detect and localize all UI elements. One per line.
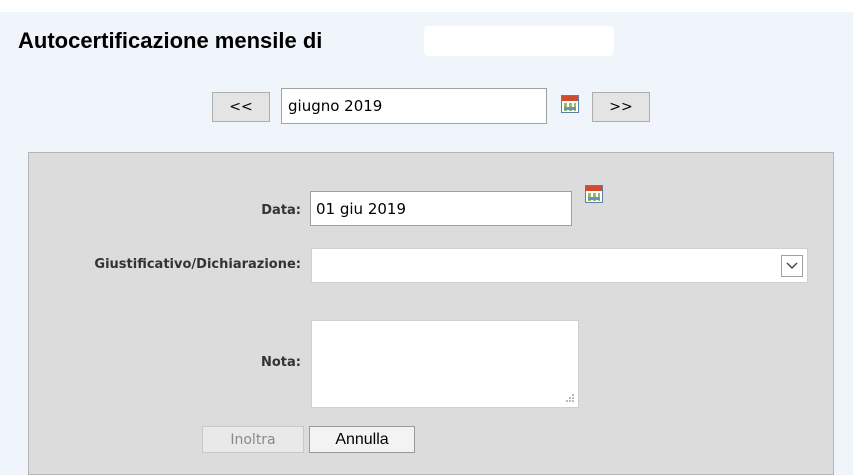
next-month-button[interactable]: >> (592, 92, 650, 122)
date-field[interactable] (310, 191, 572, 226)
page-title: Autocertificazione mensile di (18, 28, 323, 53)
month-input[interactable] (281, 88, 547, 124)
submit-button[interactable]: Inoltra (202, 426, 304, 453)
nota-label: Nota: (261, 355, 301, 370)
giustificativo-select[interactable] (311, 248, 808, 283)
redacted-user-name (424, 26, 614, 56)
calendar-icon[interactable] (585, 185, 603, 203)
nota-textarea[interactable] (311, 320, 579, 408)
cancel-button[interactable]: Annulla (309, 426, 415, 453)
previous-month-button[interactable]: << (212, 92, 270, 122)
chevron-down-icon[interactable] (781, 255, 803, 277)
giustificativo-label: Giustificativo/Dichiarazione: (94, 257, 301, 272)
calendar-icon[interactable] (561, 95, 579, 113)
data-label: Data: (261, 203, 301, 218)
resize-grip-icon[interactable] (565, 393, 575, 403)
